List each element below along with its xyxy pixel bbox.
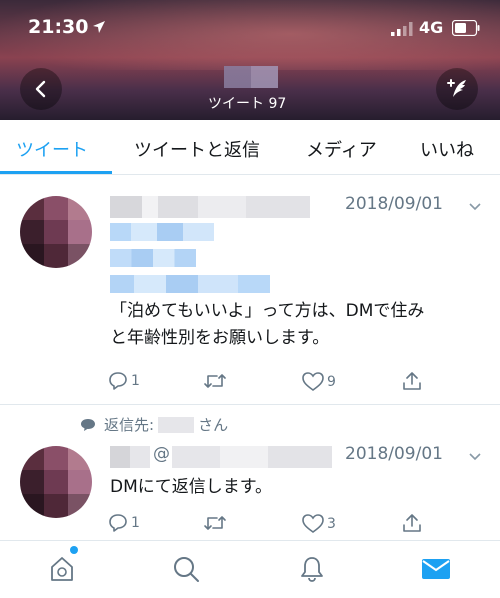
speech-bubble-icon [81,418,95,431]
reply-context[interactable]: 返信先: さん [80,414,228,435]
hashtag-mosaic[interactable] [110,249,196,267]
tab-tweets[interactable]: ツイート [16,136,88,162]
tweet-divider [0,404,500,405]
tab-likes[interactable]: いいね [420,136,474,162]
like-count: 9 [327,374,336,390]
avatar[interactable] [20,446,92,518]
signal-icon [391,22,413,36]
like-count: 3 [327,516,336,532]
reply-user-mosaic [158,416,195,433]
user-name-mosaic [110,196,310,218]
tab-tweets-and-replies[interactable]: ツイートと返信 [134,136,260,162]
tweet-text-line-2: と年齢性別をお願いします。 [110,328,330,348]
chevron-down-icon[interactable] [468,202,482,212]
retweet-button[interactable] [203,514,227,532]
compose-icon [447,79,466,97]
home-icon [51,557,73,581]
like-button[interactable]: 3 [302,514,336,534]
profile-header: 21:30 4G ツイート 97 [0,0,500,120]
back-button[interactable] [20,68,62,110]
active-tab-indicator [0,171,112,174]
notification-dot [70,546,78,554]
mail-icon [422,559,450,579]
share-button[interactable] [402,513,422,533]
battery-icon [452,20,480,36]
reply-count: 1 [131,515,140,531]
chevron-left-icon [35,80,46,98]
nav-messages[interactable] [420,553,452,585]
tweet-text: DMにて返信します。 [110,477,273,497]
compose-tweet-button[interactable] [436,68,478,110]
hashtag-mosaic[interactable] [110,275,270,293]
retweet-icon [204,374,226,388]
bell-icon [301,557,323,582]
nav-notifications[interactable] [296,553,328,585]
search-icon [174,557,199,582]
reply-to-label: 返信先: [104,416,155,434]
like-button[interactable]: 9 [302,372,336,392]
hashtag-mosaic[interactable] [110,223,214,241]
profile-tabs: ツイート ツイートと返信 メディア いいね [0,120,500,175]
share-icon [403,372,421,390]
reply-icon [109,372,127,390]
reply-count: 1 [131,373,140,389]
profile-name-mosaic [224,66,278,88]
status-time: 21:30 [28,16,89,38]
heart-icon [302,372,324,391]
chevron-down-icon[interactable] [468,452,482,462]
reply-icon [109,514,127,532]
retweet-icon [204,516,226,530]
tweet-text-line-1: 「泊めてもいいよ」って方は、DMで住み [110,301,425,321]
reply-button[interactable]: 1 [108,372,140,390]
tweet-count: ツイート 97 [208,96,287,112]
user-handle-mosaic [172,446,332,468]
avatar[interactable] [20,196,92,268]
user-name-mosaic [110,446,150,468]
tweet-date: 2018/09/01 [345,444,443,464]
tweet-date: 2018/09/01 [345,194,443,214]
heart-icon [302,514,324,533]
retweet-button[interactable] [203,372,227,390]
location-arrow-icon [93,21,105,33]
handle-at: @ [153,444,170,464]
nav-search[interactable] [170,553,202,585]
share-icon [403,514,421,532]
share-button[interactable] [402,371,422,391]
nav-home[interactable] [46,553,78,585]
network-type: 4G [419,18,444,37]
tab-media[interactable]: メディア [306,136,377,162]
reply-suffix: さん [198,416,229,434]
reply-button[interactable]: 1 [108,514,140,532]
